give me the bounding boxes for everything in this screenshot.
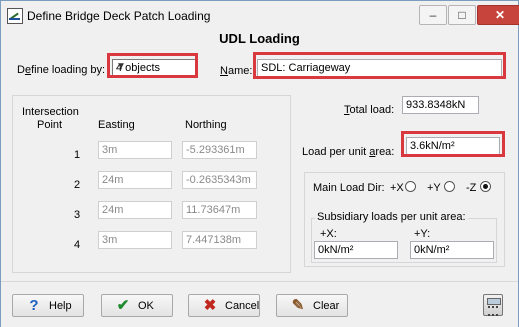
chevron-down-icon: ▼ bbox=[116, 61, 126, 72]
dir-y-label: +Y bbox=[427, 182, 441, 194]
help-button[interactable]: ? Help bbox=[12, 294, 84, 317]
sub-y-field[interactable]: 0kN/m² bbox=[410, 241, 494, 259]
sub-y-label: +Y: bbox=[414, 228, 431, 240]
point-label: 1 bbox=[74, 149, 81, 161]
window-title: Define Bridge Deck Patch Loading bbox=[27, 9, 211, 23]
cancel-button-label: Cancel bbox=[225, 300, 260, 312]
dir-y-radio[interactable] bbox=[444, 181, 455, 192]
point-label: 3 bbox=[74, 209, 81, 221]
intersection-header-2: Point bbox=[37, 119, 63, 131]
northing-field-3[interactable]: 11.73647m bbox=[182, 201, 257, 219]
easting-header: Easting bbox=[98, 119, 135, 131]
northing-field-1[interactable]: -5.293361m bbox=[182, 141, 257, 159]
ok-button-label: OK bbox=[138, 300, 154, 312]
load-per-unit-area-field[interactable]: 3.6kN/m² bbox=[406, 137, 500, 155]
intersection-header-1: Intersection bbox=[22, 106, 79, 118]
northing-header: Northing bbox=[185, 119, 227, 131]
help-question-icon: ? bbox=[29, 297, 39, 314]
sub-x-label: +X: bbox=[320, 228, 337, 240]
northing-field-4[interactable]: 7.447138m bbox=[182, 231, 257, 249]
checkmark-icon: ✔ bbox=[116, 297, 130, 314]
subsidiary-label: Subsidiary loads per unit area: bbox=[315, 211, 468, 223]
define-loading-select[interactable]: 4 objects ▼ bbox=[112, 59, 198, 78]
name-input[interactable]: SDL: Carriageway bbox=[257, 59, 502, 77]
maximize-button[interactable]: □ bbox=[448, 5, 476, 25]
point-label: 2 bbox=[74, 179, 81, 191]
clear-button[interactable]: ✎ Clear bbox=[276, 294, 348, 317]
button-bar: ? Help ✔ OK ✖ Cancel ✎ Clear bbox=[1, 281, 518, 327]
dir-z-label: -Z bbox=[466, 182, 477, 194]
cancel-button[interactable]: ✖ Cancel bbox=[188, 294, 260, 317]
easting-field-2[interactable]: 24m bbox=[98, 171, 172, 189]
bridge-app-icon bbox=[7, 8, 23, 24]
easting-field-3[interactable]: 24m bbox=[98, 201, 172, 219]
cross-icon: ✖ bbox=[203, 297, 217, 314]
title-bar[interactable]: Define Bridge Deck Patch Loading – □ ✕ bbox=[1, 1, 519, 31]
sub-x-field[interactable]: 0kN/m² bbox=[314, 241, 398, 259]
dir-x-radio[interactable] bbox=[405, 181, 416, 192]
point-label: 4 bbox=[74, 239, 81, 251]
easting-field-1[interactable]: 3m bbox=[98, 141, 172, 159]
minimize-button[interactable]: – bbox=[419, 5, 447, 25]
calculator-icon[interactable] bbox=[483, 294, 503, 316]
section-heading: UDL Loading bbox=[219, 31, 300, 46]
easting-field-4[interactable]: 3m bbox=[98, 231, 172, 249]
main-load-dir-label: Main Load Dir: bbox=[313, 182, 385, 194]
eraser-icon: ✎ bbox=[291, 297, 305, 314]
dir-x-label: +X bbox=[390, 182, 404, 194]
load-per-unit-area-label: Load per unit area: bbox=[302, 146, 395, 158]
total-load-field[interactable]: 933.8348kN bbox=[402, 96, 479, 114]
total-load-label: Total load: bbox=[344, 104, 395, 116]
northing-field-2[interactable]: -0.2635343m bbox=[182, 171, 257, 189]
close-button[interactable]: ✕ bbox=[477, 5, 519, 25]
clear-button-label: Clear bbox=[313, 300, 340, 312]
dir-z-radio[interactable] bbox=[480, 181, 491, 192]
help-button-label: Help bbox=[49, 300, 72, 312]
dialog-window: Define Bridge Deck Patch Loading – □ ✕ U… bbox=[0, 0, 519, 327]
define-loading-label: Define loading by: bbox=[17, 64, 106, 76]
ok-button[interactable]: ✔ OK bbox=[101, 294, 173, 317]
name-label: Name: bbox=[220, 65, 253, 77]
